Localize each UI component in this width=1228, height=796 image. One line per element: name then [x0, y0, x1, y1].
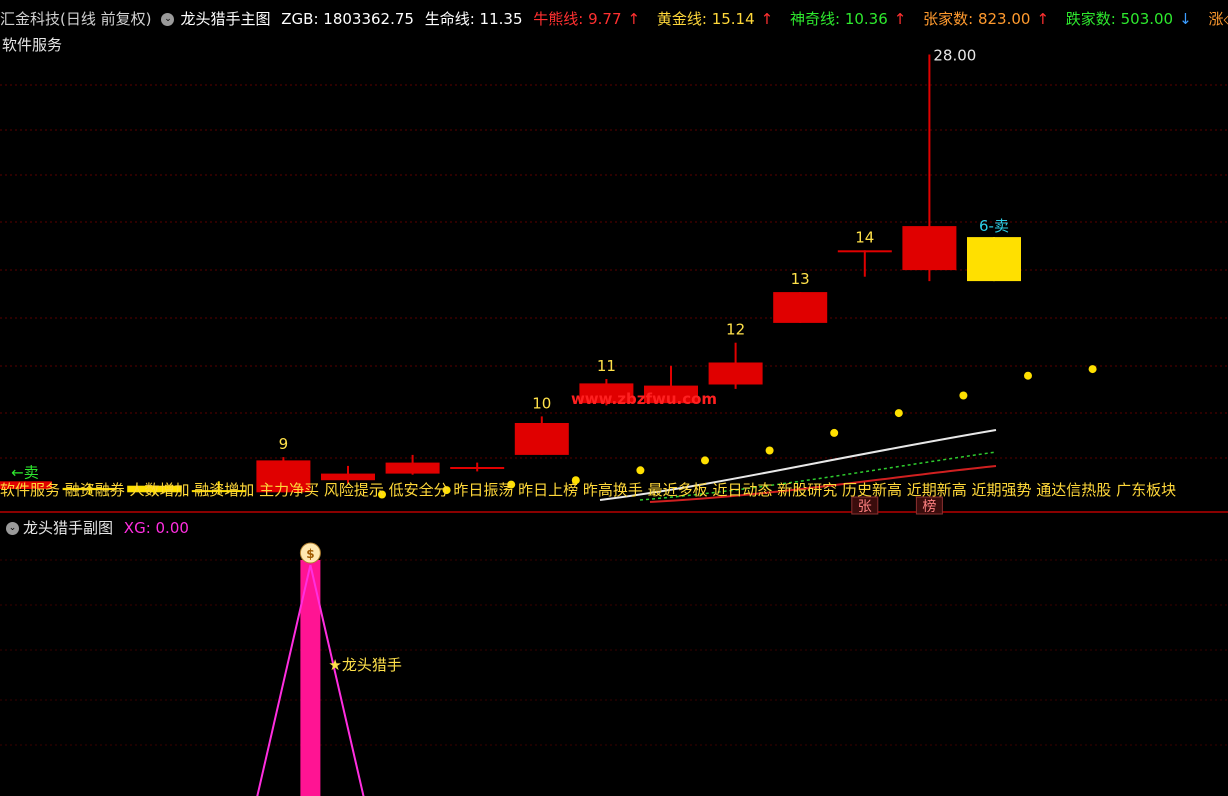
- chart-gridlines: [0, 84, 1228, 746]
- candle-label: 13: [791, 270, 810, 288]
- sub-chart-title[interactable]: 龙头猎手副图: [23, 519, 113, 537]
- chevron-down-icon[interactable]: ⌄: [161, 13, 175, 26]
- xg-value: XG: 0.00: [123, 519, 189, 537]
- candle-body: [450, 467, 505, 469]
- candle-label: 28.00: [933, 47, 976, 65]
- money-bag-symbol: $: [306, 547, 314, 561]
- gold-line-value: 黄金线: 15.14 ↑: [656, 10, 774, 28]
- support-dot: [1088, 365, 1097, 374]
- life-line-value: 生命线: 11.35: [424, 10, 523, 28]
- support-dot: [959, 391, 968, 400]
- zgb-value: ZGB: 1803362.75: [281, 10, 414, 28]
- candle-label: 9: [279, 435, 289, 453]
- candle-label: 11: [597, 357, 616, 375]
- sub-chart: $ ★龙头猎手: [256, 542, 402, 796]
- concept-ticker: 软件服务 融资融券 人数增加 融资增加 主力净买 风险提示 低安全分 昨日振荡 …: [0, 481, 1177, 499]
- support-dot: [830, 428, 839, 437]
- arrow-up-icon: ↑: [1036, 10, 1050, 28]
- candle-body: [967, 237, 1021, 282]
- magic-line-value: 神奇线: 10.36 ↑: [790, 10, 907, 28]
- arrow-up-icon: ↑: [627, 10, 641, 28]
- bull-bear-value: 牛熊线: 9.77 ↑: [533, 10, 641, 28]
- support-dot: [701, 456, 709, 465]
- candle-label: 14: [855, 228, 874, 246]
- sector-label: 软件服务: [2, 36, 63, 54]
- candle-body: [385, 462, 440, 474]
- support-dot: [1024, 371, 1032, 380]
- candle-body: [902, 226, 957, 271]
- main-chart-header: 汇金科技(日线 前复权) ⌄ 龙头猎手主图 ZGB: 1803362.75 生命线:…: [0, 8, 1228, 30]
- support-dot: [765, 446, 774, 455]
- down-count-value: 跌家数: 503.00 ↓: [1065, 10, 1192, 28]
- candle-label: 6-卖: [979, 217, 1009, 235]
- candle-body: [837, 250, 892, 253]
- candle-body: [708, 362, 763, 385]
- stock-title[interactable]: 汇金科技(日线 前复权): [0, 10, 151, 28]
- up-count-value: 张家数: 823.00 ↑: [923, 10, 1050, 28]
- indicator-name[interactable]: 龙头猎手主图: [180, 10, 270, 28]
- badge-text: 张: [858, 499, 872, 515]
- candle-label: 12: [726, 321, 745, 339]
- candlestick-chart: ←卖 9 10 11 12 13 14 28.00 6-卖 www.zbzfwu.com 张 榜 $…: [0, 47, 1228, 796]
- sub-chart-header: ⌄ 龙头猎手副图 XG: 0.00: [2, 517, 189, 538]
- sub-chart-label: ★龙头猎手: [328, 656, 401, 674]
- candle-body: [773, 292, 828, 323]
- badge-text: 榜: [922, 498, 936, 515]
- candles-group: [0, 54, 1021, 495]
- candle-body: [514, 423, 569, 455]
- arrow-down-icon: ↓: [1179, 10, 1192, 28]
- candle-label: ←卖: [11, 463, 39, 481]
- support-dot: [636, 466, 645, 475]
- chevron-down-icon[interactable]: ⌄: [6, 522, 19, 535]
- watermark-text: www.zbzfwu.com: [571, 390, 717, 408]
- arrow-up-icon: ↑: [760, 10, 774, 28]
- header-tail[interactable]: 涨◇: [1208, 10, 1228, 28]
- candle-label: 10: [532, 394, 551, 412]
- candle-labels-group: ←卖 9 10 11 12 13 14 28.00 6-卖 www.zbzfwu.com: [11, 47, 1009, 482]
- support-dot: [894, 409, 903, 418]
- arrow-up-icon: ↑: [893, 10, 907, 28]
